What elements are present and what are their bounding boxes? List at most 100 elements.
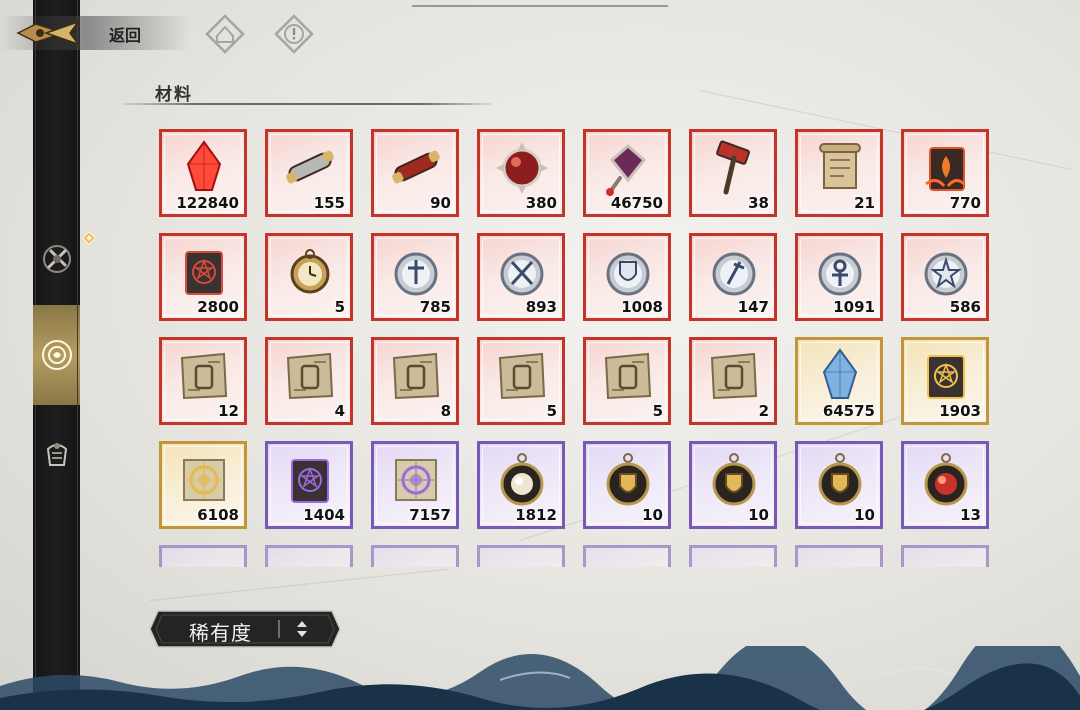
red-scroll-case-icon xyxy=(392,150,440,184)
item-tile[interactable]: 21 xyxy=(795,129,883,217)
item-tile[interactable]: 1812 xyxy=(477,441,565,529)
item-count: 785 xyxy=(419,298,451,316)
item-count: 586 xyxy=(949,298,981,316)
item-count: 147 xyxy=(737,298,769,316)
blueprint-chest-icon xyxy=(710,352,758,400)
item-count: 13 xyxy=(960,506,981,524)
item-tile[interactable]: 10 xyxy=(689,441,777,529)
category-rail xyxy=(33,0,80,710)
item-tile[interactable]: 4 xyxy=(265,337,353,425)
top-divider-line xyxy=(412,5,668,7)
item-count: 1008 xyxy=(621,298,663,316)
blueprint-lantern-icon xyxy=(180,352,228,400)
item-tile[interactable]: 1903 xyxy=(901,337,989,425)
item-tile[interactable]: 38 xyxy=(689,129,777,217)
item-tile[interactable]: 155 xyxy=(265,129,353,217)
gold-sigil-tome-icon xyxy=(927,355,965,399)
item-tile-partial[interactable] xyxy=(901,545,989,567)
item-tile-partial[interactable] xyxy=(371,545,459,567)
item-count: 122840 xyxy=(176,194,239,212)
item-tile[interactable]: 586 xyxy=(901,233,989,321)
item-tile[interactable]: 1404 xyxy=(265,441,353,529)
item-count: 64575 xyxy=(822,402,875,420)
gold-shield-medallion-icon xyxy=(712,453,756,506)
blueprint-jar-icon xyxy=(604,352,652,400)
item-count: 38 xyxy=(748,194,769,212)
item-tile[interactable]: 122840 xyxy=(159,129,247,217)
gem-amulet-icon xyxy=(606,144,647,196)
item-tile[interactable]: 5 xyxy=(477,337,565,425)
weapon-bundle-icon xyxy=(42,245,71,273)
item-tile[interactable]: 893 xyxy=(477,233,565,321)
item-count: 5 xyxy=(546,402,557,420)
blueprint-tools-icon xyxy=(392,352,440,400)
item-tile[interactable]: 2 xyxy=(689,337,777,425)
item-count: 155 xyxy=(313,194,345,212)
item-tile-partial[interactable] xyxy=(159,545,247,567)
item-tile[interactable]: 770 xyxy=(901,129,989,217)
back-label[interactable]: 返回 xyxy=(109,22,141,46)
star-badge-icon xyxy=(924,252,968,296)
item-tile[interactable]: 90 xyxy=(371,129,459,217)
item-count: 90 xyxy=(430,194,451,212)
tab-armor[interactable] xyxy=(33,423,80,485)
home-diamond-icon[interactable] xyxy=(205,14,245,54)
item-tile[interactable]: 8 xyxy=(371,337,459,425)
pocket-watch-icon xyxy=(290,249,330,294)
item-tile-partial[interactable] xyxy=(265,545,353,567)
item-tile-partial[interactable] xyxy=(689,545,777,567)
item-tile[interactable]: 10 xyxy=(795,441,883,529)
item-tile[interactable]: 1008 xyxy=(583,233,671,321)
item-tile[interactable]: 64575 xyxy=(795,337,883,425)
item-count: 6108 xyxy=(197,506,239,524)
item-tile[interactable]: 10 xyxy=(583,441,671,529)
item-count: 2800 xyxy=(197,298,239,316)
ankh-badge-icon xyxy=(818,252,862,296)
tab-weapons[interactable] xyxy=(33,228,80,290)
item-tile[interactable]: 6108 xyxy=(159,441,247,529)
red-orb-icon xyxy=(496,142,548,194)
item-count: 10 xyxy=(748,506,769,524)
alert-diamond-icon[interactable] xyxy=(274,14,314,54)
material-emblem-icon xyxy=(41,340,72,370)
blueprint-helmet-icon xyxy=(498,352,546,400)
parchment-scroll-icon xyxy=(819,143,861,189)
item-tile[interactable]: 13 xyxy=(901,441,989,529)
item-count: 46750 xyxy=(610,194,663,212)
item-tile-partial[interactable] xyxy=(795,545,883,567)
tab-materials[interactable] xyxy=(33,305,80,405)
item-tile[interactable]: 1091 xyxy=(795,233,883,321)
crossed-blades-badge-icon xyxy=(500,252,544,296)
gold-shield-medallion-icon xyxy=(818,453,862,506)
item-tile-partial[interactable] xyxy=(477,545,565,567)
item-count: 5 xyxy=(652,402,663,420)
crimson-sigil-tome-icon xyxy=(185,251,223,295)
item-count: 1812 xyxy=(515,506,557,524)
item-count: 7157 xyxy=(409,506,451,524)
section-title: 材料 xyxy=(155,85,193,105)
item-tile[interactable]: 380 xyxy=(477,129,565,217)
item-count: 10 xyxy=(642,506,663,524)
item-tile[interactable]: 785 xyxy=(371,233,459,321)
item-count: 12 xyxy=(218,402,239,420)
item-count: 2 xyxy=(758,402,769,420)
gold-shield-medallion-icon xyxy=(606,453,650,506)
item-tile[interactable]: 46750 xyxy=(583,129,671,217)
item-tile[interactable]: 147 xyxy=(689,233,777,321)
golden-rune-scroll-icon xyxy=(183,459,225,501)
item-tile[interactable]: 5 xyxy=(583,337,671,425)
flame-tome-icon xyxy=(925,147,966,191)
item-tile[interactable]: 5 xyxy=(265,233,353,321)
back-arrow-icon[interactable] xyxy=(16,18,86,48)
item-count: 8 xyxy=(440,402,451,420)
sort-label[interactable]: 稀有度 xyxy=(189,617,252,646)
violet-sigil-tome-icon xyxy=(291,459,329,503)
item-tile[interactable]: 2800 xyxy=(159,233,247,321)
war-hammer-icon xyxy=(716,140,750,195)
item-tile-partial[interactable] xyxy=(583,545,671,567)
item-tile[interactable]: 7157 xyxy=(371,441,459,529)
red-crystal-icon xyxy=(186,140,222,191)
item-tile[interactable]: 12 xyxy=(159,337,247,425)
blueprint-gear-icon xyxy=(286,352,334,400)
section-divider xyxy=(122,103,492,105)
